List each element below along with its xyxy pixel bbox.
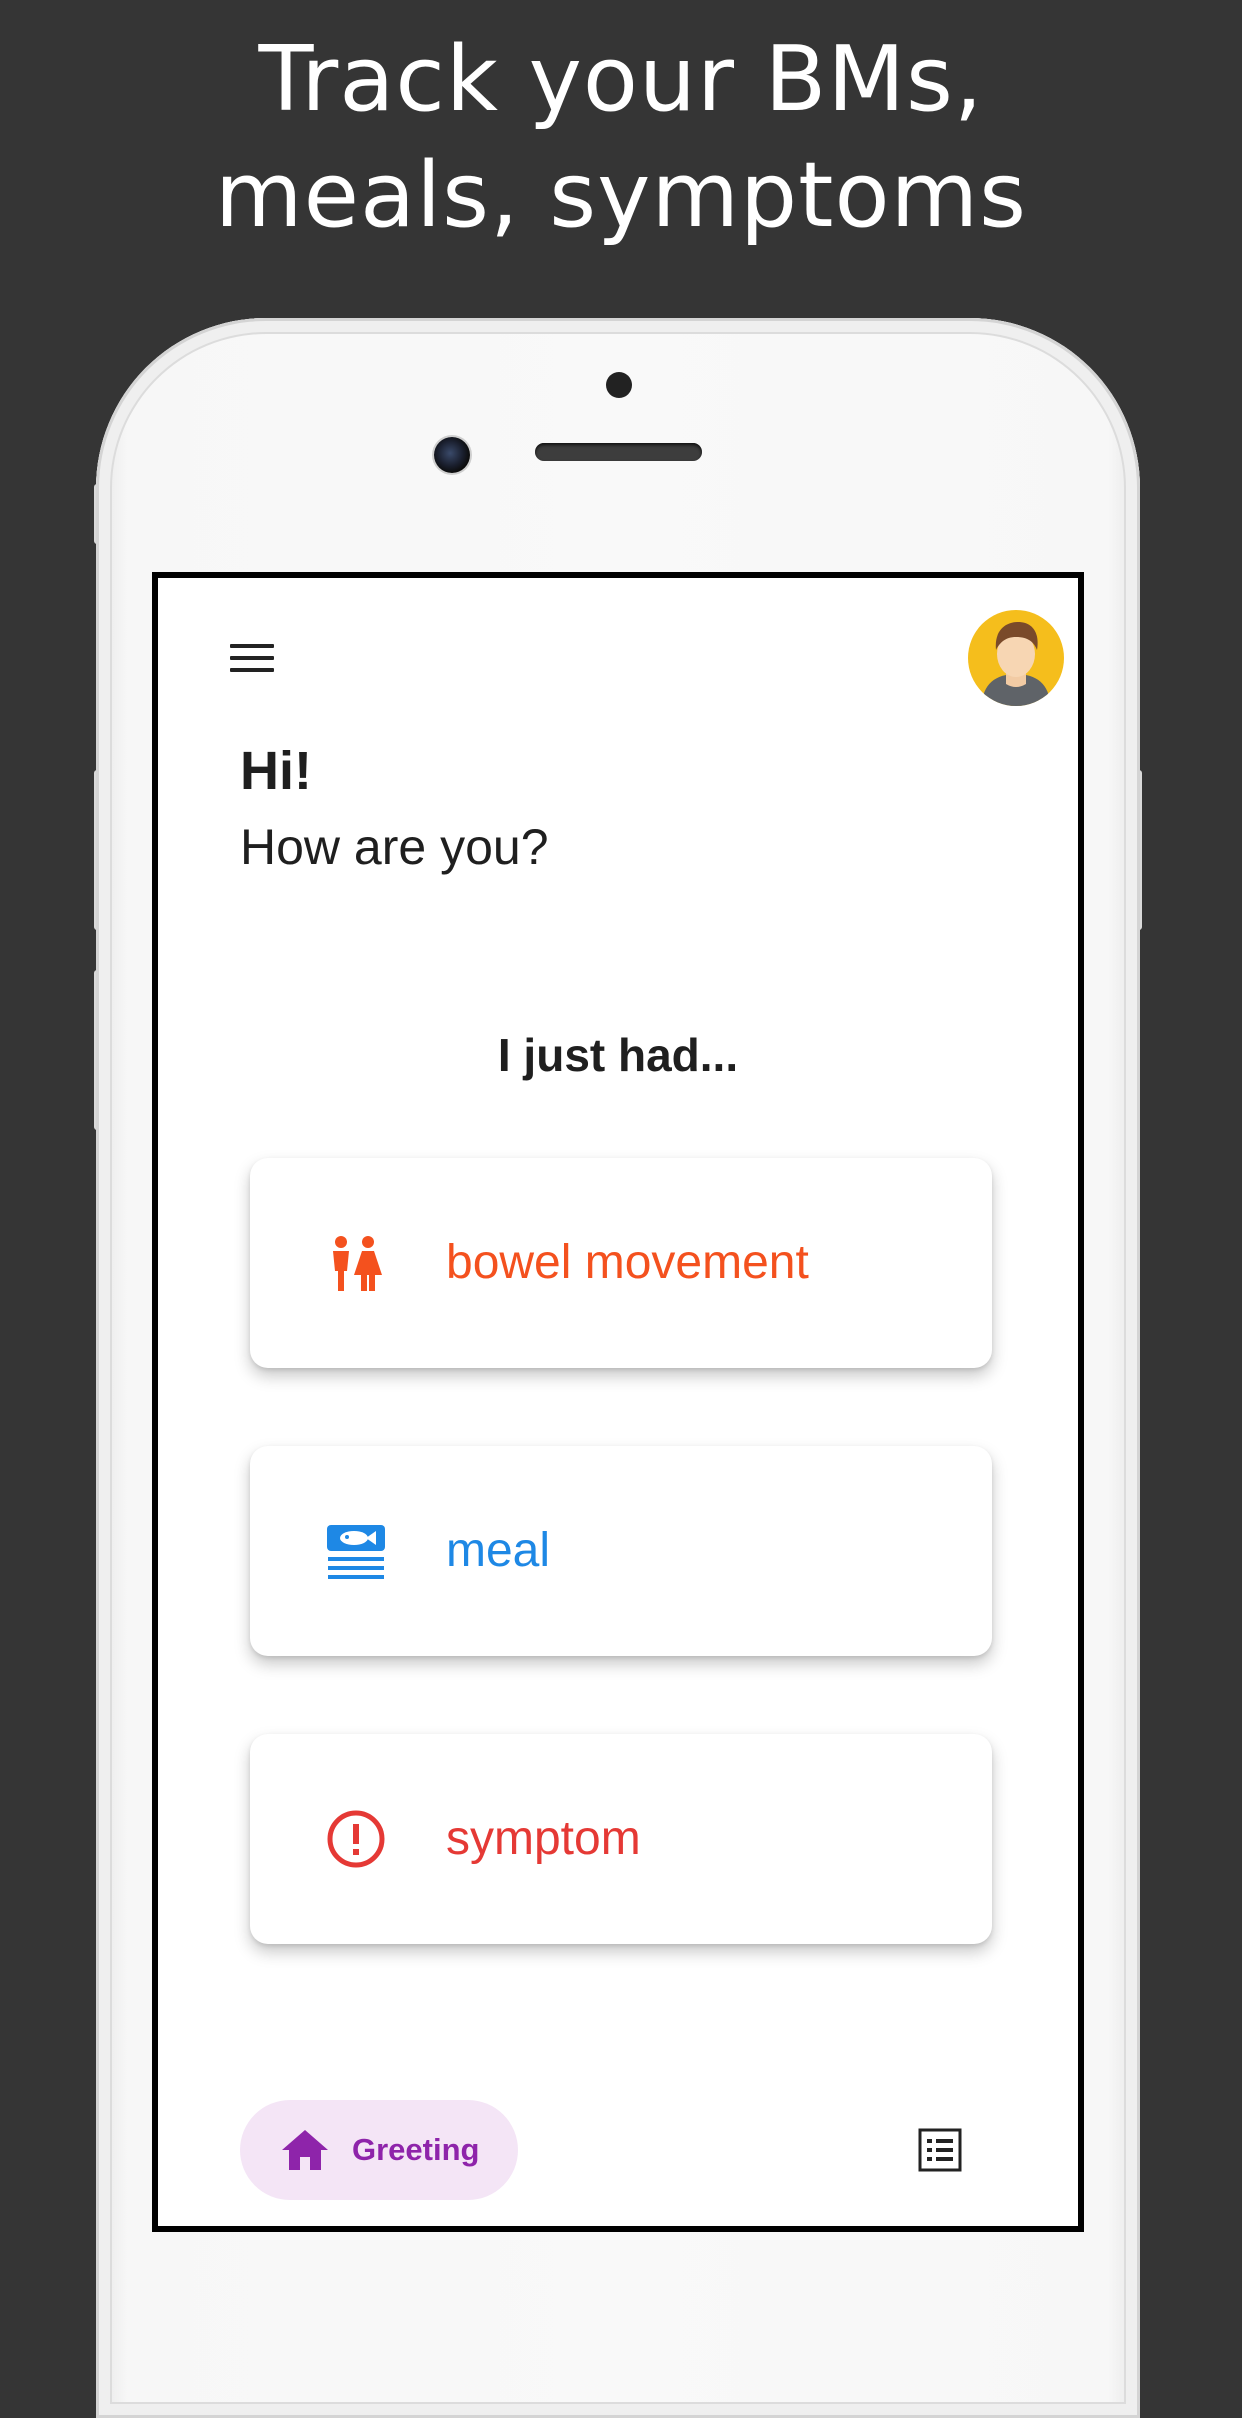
headline-line-1: Track your BMs,	[258, 27, 984, 132]
proximity-sensor	[606, 372, 632, 398]
list-icon[interactable]	[918, 2128, 962, 2172]
symptom-button[interactable]: symptom	[250, 1734, 992, 1944]
alert-circle-icon	[327, 1810, 385, 1868]
headline-line-2: meals, symptoms	[214, 143, 1028, 248]
bowel-movement-button[interactable]: bowel movement	[250, 1158, 992, 1368]
app-screen: Hi! How are you? I just had... bowel mov…	[152, 572, 1084, 2232]
front-camera	[434, 437, 470, 473]
meal-button[interactable]: meal	[250, 1446, 992, 1656]
marketing-headline: Track your BMs, meals, symptoms	[0, 22, 1242, 254]
earpiece-speaker	[535, 443, 702, 461]
user-avatar-icon[interactable]	[968, 610, 1064, 706]
home-icon	[282, 2130, 328, 2170]
nav-tab-greeting-label: Greeting	[352, 2132, 480, 2167]
bowel-movement-label: bowel movement	[446, 1236, 809, 1289]
hamburger-menu-icon[interactable]	[230, 642, 276, 674]
meal-label: meal	[446, 1524, 551, 1577]
restroom-icon	[333, 1236, 382, 1291]
meal-icon	[327, 1525, 385, 1579]
symptom-label: symptom	[446, 1812, 641, 1865]
greeting-title: Hi!	[240, 741, 312, 801]
log-prompt: I just had...	[497, 1029, 739, 1081]
greeting-subtitle: How are you?	[240, 819, 549, 875]
nav-tab-greeting[interactable]: Greeting	[240, 2100, 518, 2200]
